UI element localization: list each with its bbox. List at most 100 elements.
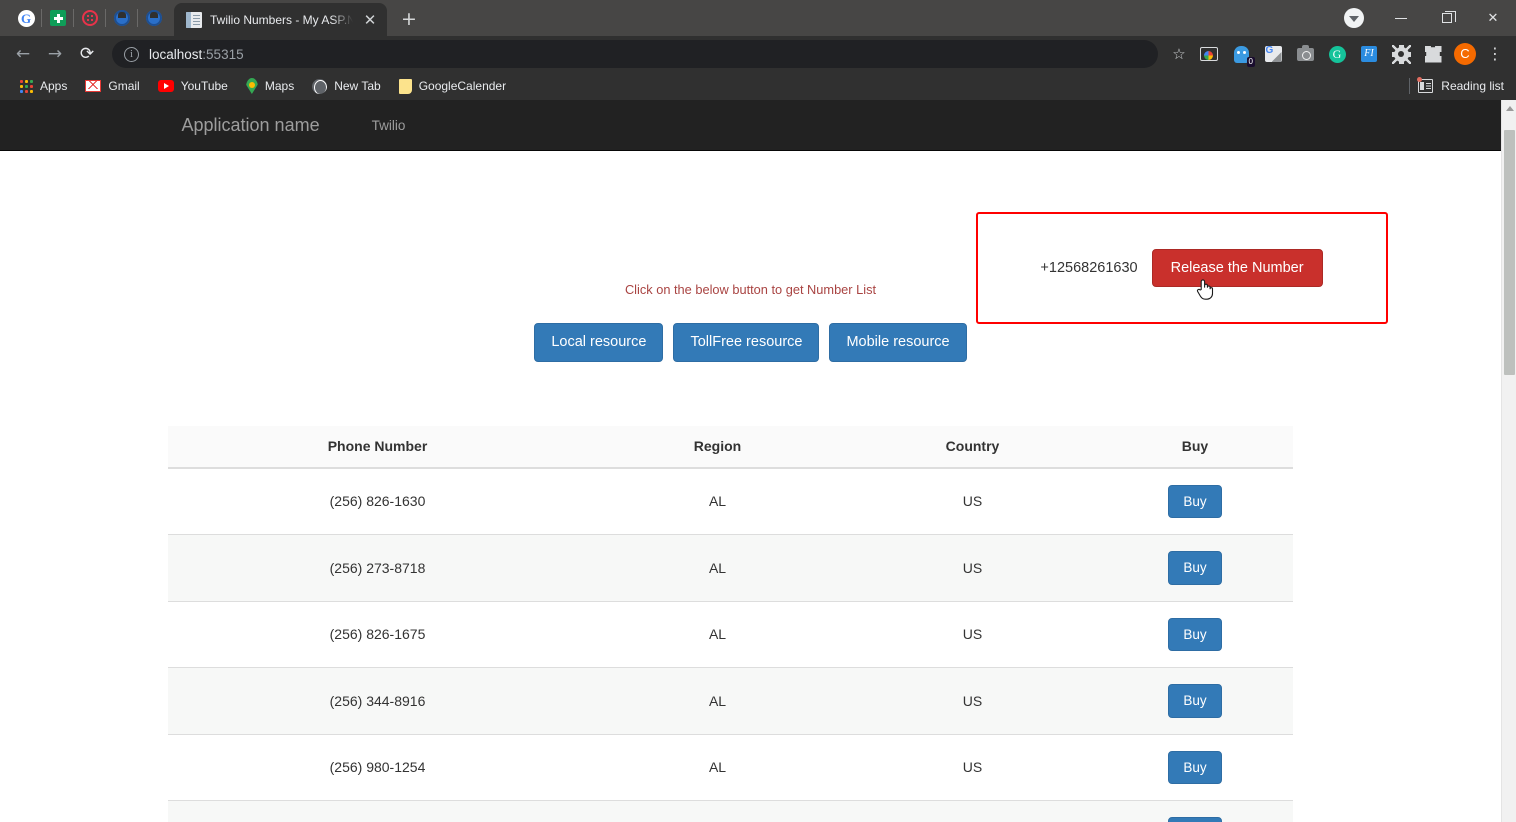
cell-buy: Buy — [1097, 600, 1293, 668]
cell-phone-number: (256) 826-1630 — [167, 467, 588, 535]
back-button[interactable]: ← — [8, 39, 38, 69]
tollfree-resource-button[interactable]: TollFree resource — [673, 323, 820, 362]
buy-button[interactable]: Buy — [1168, 551, 1222, 585]
browser-toolbar: ← → ⟳ i localhost:55315 ☆ 0 G FI C ⋮ — [0, 36, 1516, 72]
active-tab[interactable]: Twilio Numbers - My ASP.NET Appli ✕ — [174, 3, 387, 36]
bookmark-label: New Tab — [334, 79, 381, 93]
cell-country: US — [847, 534, 1098, 601]
reload-button[interactable]: ⟳ — [72, 39, 102, 69]
tab-title: Twilio Numbers - My ASP.NET Appli — [210, 12, 353, 27]
table-row: (256) 980-1254 AL US Buy — [167, 733, 1293, 801]
camera-icon[interactable] — [1290, 39, 1320, 69]
tab-strip: G Twilio Numbers - My ASP.NET Appli ✕ + … — [0, 0, 1516, 36]
table-row: (256) 826-1630 AL US Buy — [167, 467, 1293, 535]
grammarly-letter: G — [1328, 45, 1346, 63]
forward-button[interactable]: → — [40, 39, 70, 69]
nav-link-twilio[interactable]: Twilio — [357, 118, 421, 133]
bookmark-label: YouTube — [180, 79, 228, 93]
close-icon[interactable]: ✕ — [361, 11, 379, 29]
apps-grid-icon — [19, 79, 33, 93]
maximize-button[interactable] — [1424, 0, 1470, 36]
numbers-table-wrapper: Phone Number Region Country Buy (256) 82… — [166, 425, 1336, 822]
column-header-phone-number: Phone Number — [167, 425, 588, 469]
table-row: (256) 273-8718 AL US Buy — [167, 534, 1293, 601]
scrollbar-thumb[interactable] — [1504, 130, 1515, 375]
buy-button[interactable]: Buy — [1168, 617, 1222, 651]
scroll-up-arrow-icon[interactable] — [1502, 100, 1516, 117]
minimize-button[interactable] — [1378, 0, 1424, 36]
page-scrollbar[interactable] — [1501, 100, 1516, 822]
cell-region: AL — [587, 467, 848, 535]
bookmark-maps[interactable]: Maps — [237, 74, 303, 98]
chrome-menu-icon[interactable]: ⋮ — [1482, 46, 1508, 62]
release-the-number-button[interactable]: Release the Number — [1151, 248, 1323, 288]
reading-list-label: Reading list — [1441, 79, 1504, 93]
bookmarks-bar: Apps Gmail YouTube Maps New Tab GoogleCa… — [0, 72, 1516, 100]
ghost-icon[interactable]: 0 — [1226, 39, 1256, 69]
site-info-icon[interactable]: i — [124, 46, 139, 62]
pinned-tab-blue-1[interactable] — [105, 0, 138, 36]
cell-region: AL — [587, 667, 848, 734]
translate-icon[interactable] — [1258, 39, 1288, 69]
pinned-tab-dribbble[interactable] — [73, 0, 106, 36]
new-tab-button[interactable]: + — [395, 5, 423, 33]
available-numbers-table: Phone Number Region Country Buy (256) 82… — [167, 425, 1293, 822]
buy-button[interactable]: Buy — [1168, 684, 1222, 718]
bookmark-label: Gmail — [108, 79, 140, 93]
cell-phone-number: (256) 826-1675 — [167, 600, 588, 668]
bookmark-star-icon[interactable]: ☆ — [1166, 45, 1192, 63]
column-header-buy: Buy — [1097, 425, 1293, 469]
grammarly-icon[interactable]: G — [1322, 39, 1352, 69]
bookmark-google-calender[interactable]: GoogleCalender — [390, 74, 515, 98]
pinned-tab-google[interactable]: G — [10, 0, 42, 36]
bookmark-youtube[interactable]: YouTube — [149, 74, 237, 98]
gear-icon[interactable] — [1386, 39, 1416, 69]
bookmark-apps[interactable]: Apps — [10, 74, 76, 98]
web-page: Application name Twilio +12568261630 Rel… — [0, 100, 1501, 822]
bookmark-gmail[interactable]: Gmail — [76, 74, 148, 98]
mouse-cursor-pointer-icon — [1196, 279, 1213, 300]
release-number-panel: +12568261630 Release the Number — [975, 212, 1388, 324]
cell-country: US — [847, 733, 1098, 801]
cell-region: AL — [587, 600, 848, 668]
pinned-tabs: G — [0, 0, 174, 36]
bookmark-new-tab[interactable]: New Tab — [303, 74, 389, 98]
mobile-resource-button[interactable]: Mobile resource — [829, 323, 967, 362]
fi-icon[interactable]: FI — [1354, 39, 1384, 69]
pinned-tab-sheets[interactable] — [41, 0, 74, 36]
cell-phone-number: (256) 344-8916 — [167, 667, 588, 734]
maps-pin-icon — [246, 78, 258, 94]
buy-button[interactable]: Buy — [1168, 484, 1222, 518]
reading-list-icon — [1417, 77, 1434, 93]
gallery-icon[interactable] — [1194, 39, 1224, 69]
cell-phone-number: (256) 612-5571 — [167, 800, 588, 822]
buy-button[interactable]: Buy — [1168, 817, 1222, 822]
youtube-icon — [157, 80, 174, 92]
globe-icon — [312, 78, 328, 94]
resource-buttons-group: Local resource TollFree resource Mobile … — [166, 323, 1336, 362]
chevron-down-icon[interactable] — [1344, 8, 1364, 28]
cell-region: AL — [587, 534, 848, 601]
url-port: :55315 — [202, 46, 244, 62]
page-content: +12568261630 Release the Number Click on… — [166, 151, 1388, 822]
app-brand[interactable]: Application name — [182, 115, 335, 135]
bookmark-label: GoogleCalender — [418, 79, 507, 93]
bookmark-label: Apps — [40, 79, 68, 93]
cell-region: AL — [587, 800, 848, 822]
close-window-button[interactable]: ✕ — [1470, 0, 1516, 36]
address-bar[interactable]: i localhost:55315 — [112, 40, 1158, 68]
puzzle-icon[interactable] — [1418, 39, 1448, 69]
cell-region: AL — [587, 733, 848, 801]
reading-list-button[interactable]: Reading list — [1409, 77, 1504, 94]
cell-country: US — [847, 667, 1098, 734]
table-body: (256) 826-1630 AL US Buy (256) 273-8718 … — [167, 467, 1293, 822]
pinned-tab-blue-2[interactable] — [137, 0, 170, 36]
cell-country: US — [847, 467, 1098, 535]
calendar-icon — [398, 78, 412, 94]
owned-phone-number: +12568261630 — [1040, 260, 1138, 276]
local-resource-button[interactable]: Local resource — [534, 323, 664, 362]
buy-button[interactable]: Buy — [1168, 750, 1222, 784]
profile-initial: C — [1454, 43, 1476, 65]
avatar[interactable]: C — [1450, 39, 1480, 69]
table-row: (256) 344-8916 AL US Buy — [167, 667, 1293, 734]
